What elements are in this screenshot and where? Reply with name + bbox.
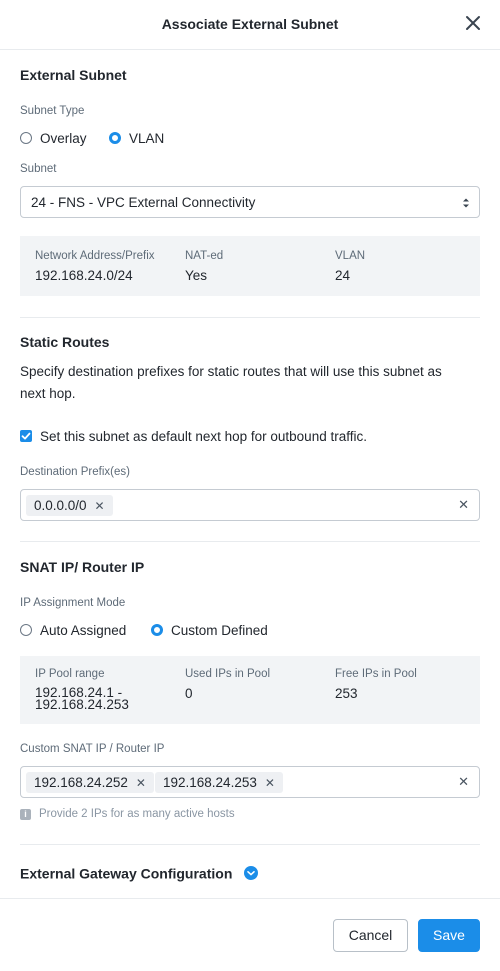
prefix-tag: 0.0.0.0/0 ✕	[26, 495, 113, 516]
checkmark-icon	[21, 433, 31, 440]
free-ips-value: 253	[335, 686, 358, 701]
custom-snat-label: Custom SNAT IP / Router IP	[20, 743, 165, 755]
external-gateway-title: External Gateway Configuration	[20, 865, 233, 882]
radio-vlan-label: VLAN	[129, 130, 165, 146]
nat-value: Yes	[185, 268, 208, 283]
radio-overlay[interactable]: Overlay	[20, 130, 87, 146]
free-ips-label: Free IPs in Pool	[335, 668, 417, 680]
radio-overlay-label: Overlay	[40, 130, 87, 146]
radio-vlan-circle[interactable]	[109, 132, 121, 145]
destination-prefix-label: Destination Prefix(es)	[20, 466, 130, 478]
custom-snat-input[interactable]: 192.168.24.252 ✕ 192.168.24.253 ✕ ✕	[20, 766, 480, 798]
static-routes-description-line1: Specify destination prefixes for static …	[20, 364, 442, 379]
ip-pool-range-label: IP Pool range	[35, 668, 105, 680]
section-divider	[20, 844, 480, 845]
clear-icon[interactable]: ✕	[458, 497, 469, 513]
radio-auto-assigned-circle[interactable]	[20, 624, 32, 637]
snat-title: SNAT IP/ Router IP	[20, 559, 145, 575]
external-subnet-title: External Subnet	[20, 67, 127, 83]
radio-auto-assigned-label: Auto Assigned	[40, 622, 127, 638]
dialog-footer: Cancel Save	[0, 898, 500, 971]
radio-custom-defined[interactable]: Custom Defined	[151, 622, 268, 638]
clear-icon[interactable]: ✕	[458, 774, 469, 790]
used-ips-value: 0	[185, 686, 193, 701]
vlan-value: 24	[335, 268, 351, 283]
close-icon[interactable]	[464, 14, 482, 32]
subnet-select[interactable]: 24 - FNS - VPC External Connectivity	[20, 186, 480, 218]
subnet-type-label: Subnet Type	[20, 105, 85, 117]
info-icon: i	[20, 808, 31, 820]
vlan-label: VLAN	[335, 250, 366, 262]
destination-prefix-input[interactable]: 0.0.0.0/0 ✕ ✕	[20, 489, 480, 521]
chevron-down-icon[interactable]	[244, 866, 259, 881]
snat-ip-tag-label: 192.168.24.252	[34, 775, 128, 790]
network-address-value: 192.168.24.0/24	[35, 268, 133, 283]
section-divider	[20, 317, 480, 318]
remove-tag-icon[interactable]: ✕	[265, 776, 275, 790]
dialog-title: Associate External Subnet	[161, 16, 339, 32]
nat-label: NAT-ed	[185, 250, 224, 262]
static-routes-description-line2: next hop.	[20, 386, 76, 401]
save-button[interactable]: Save	[418, 919, 480, 952]
dialog-header: Associate External Subnet	[0, 0, 500, 50]
snat-ip-tag: 192.168.24.252 ✕	[26, 772, 154, 793]
default-next-hop-label: Set this subnet as default next hop for …	[40, 428, 367, 444]
external-gateway-row[interactable]: External Gateway Configuration	[20, 864, 259, 882]
subnet-select-value: 24 - FNS - VPC External Connectivity	[31, 195, 256, 210]
snat-hint-text: Provide 2 IPs for as many active hosts	[39, 808, 235, 820]
remove-tag-icon[interactable]: ✕	[95, 499, 105, 513]
default-next-hop-checkbox[interactable]	[20, 430, 32, 443]
snat-ip-tag-label: 192.168.24.253	[163, 775, 257, 790]
prefix-tag-label: 0.0.0.0/0	[34, 498, 87, 513]
section-divider	[20, 541, 480, 542]
cancel-button[interactable]: Cancel	[333, 919, 408, 952]
default-next-hop-checkbox-row[interactable]: Set this subnet as default next hop for …	[20, 428, 367, 444]
chevron-up-down-icon	[463, 198, 469, 208]
static-routes-title: Static Routes	[20, 334, 110, 350]
ip-pool-range-value: 192.168.24.1 - 192.168.24.253	[35, 686, 129, 712]
snat-hint: i Provide 2 IPs for as many active hosts	[20, 808, 235, 820]
ip-assignment-mode-label: IP Assignment Mode	[20, 597, 126, 609]
radio-overlay-circle[interactable]	[20, 132, 32, 145]
radio-vlan[interactable]: VLAN	[109, 130, 164, 146]
snat-ip-tag: 192.168.24.253 ✕	[155, 772, 283, 793]
network-address-label: Network Address/Prefix	[35, 250, 155, 262]
radio-custom-defined-circle[interactable]	[151, 624, 163, 637]
subnet-info-panel: Network Address/Prefix 192.168.24.0/24 N…	[20, 236, 480, 296]
ip-pool-panel: IP Pool range 192.168.24.1 - 192.168.24.…	[20, 656, 480, 724]
subnet-label: Subnet	[20, 163, 57, 175]
remove-tag-icon[interactable]: ✕	[136, 776, 146, 790]
radio-custom-defined-label: Custom Defined	[171, 622, 268, 638]
ip-pool-range-end: 192.168.24.253	[35, 697, 129, 712]
used-ips-label: Used IPs in Pool	[185, 668, 271, 680]
radio-auto-assigned[interactable]: Auto Assigned	[20, 622, 126, 638]
